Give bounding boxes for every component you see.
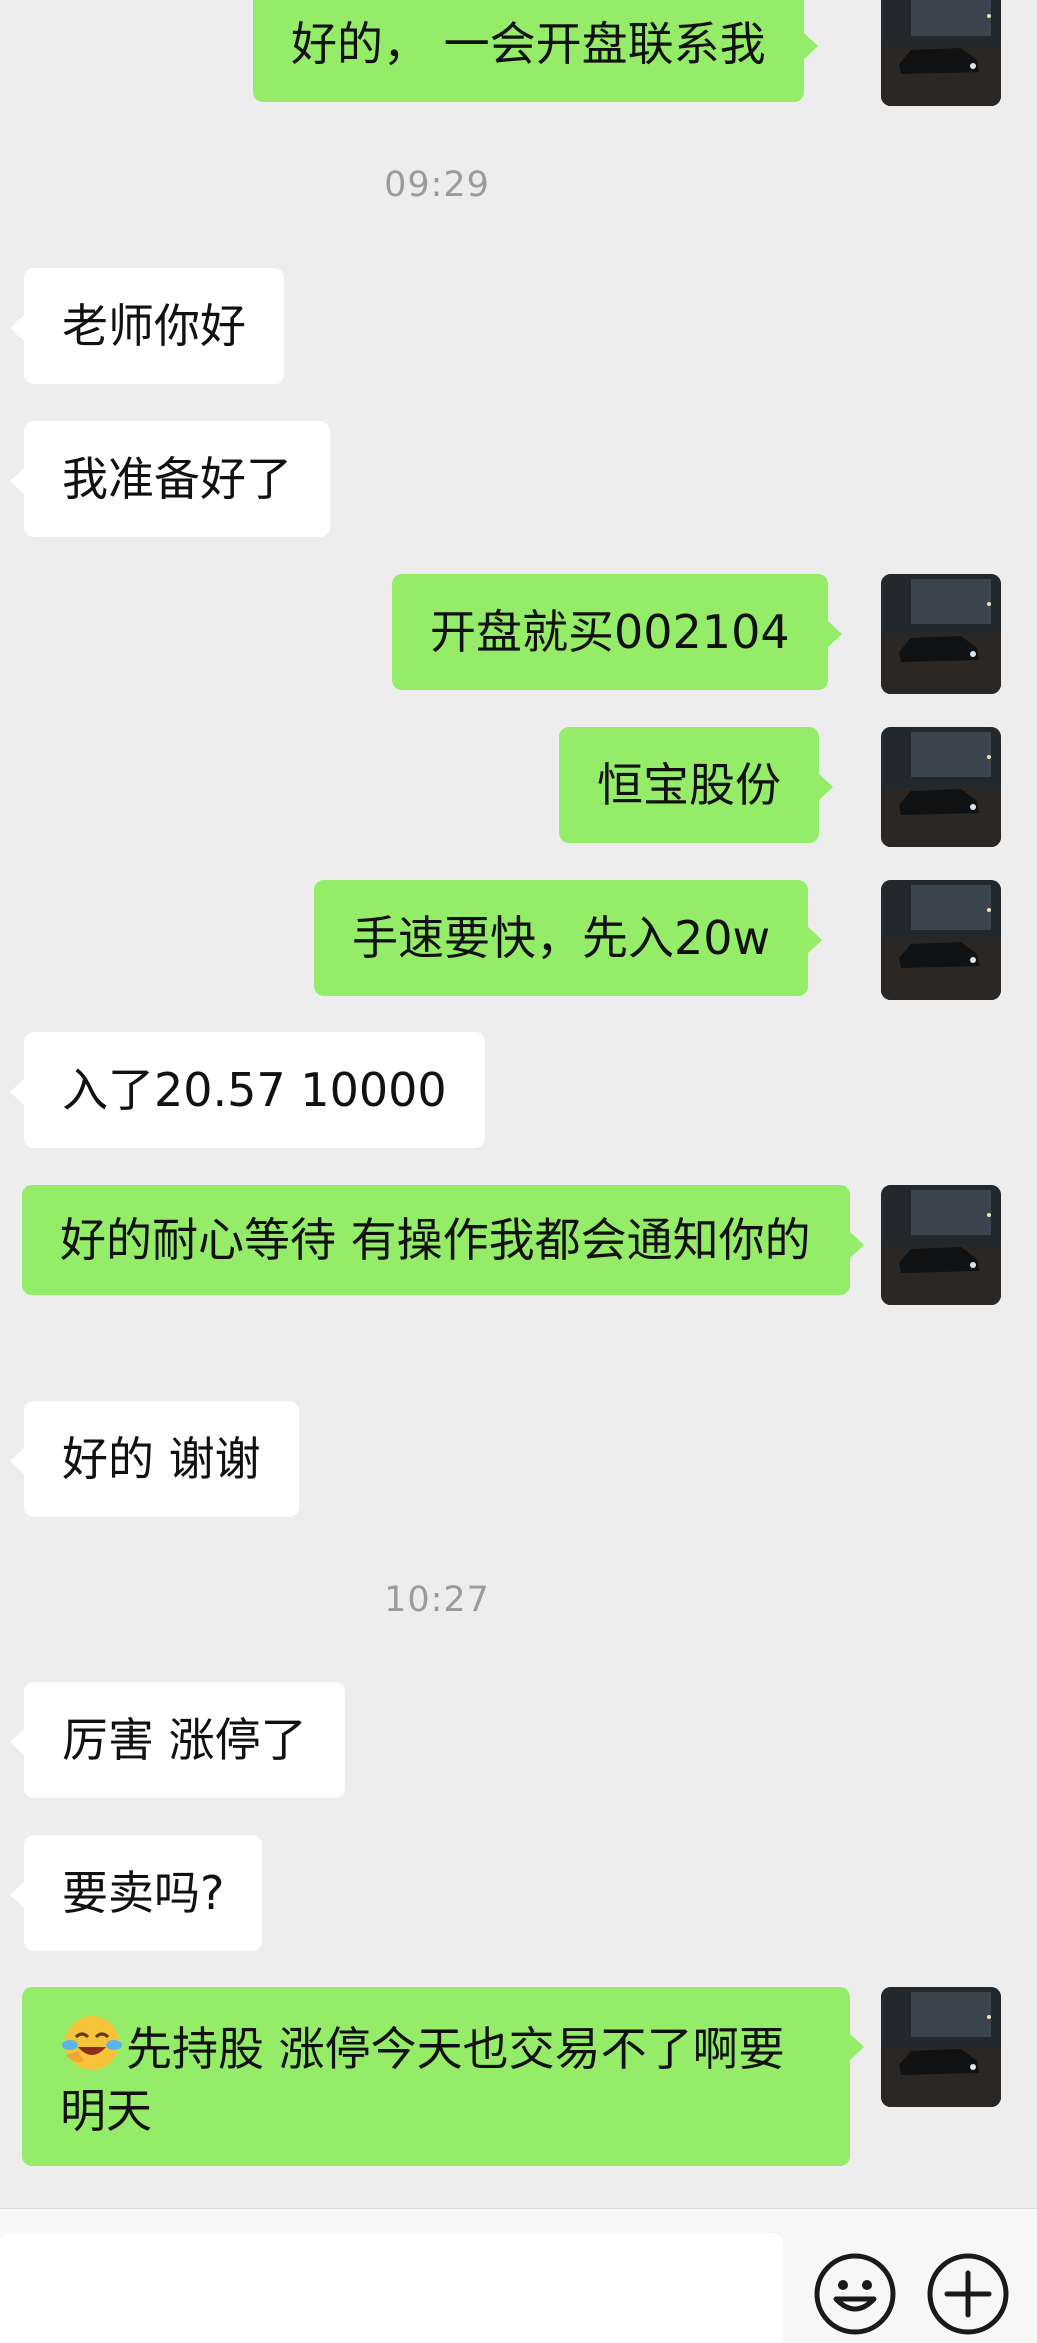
message-text: 入了20.57 10000 — [62, 1063, 447, 1117]
message-bubble-sent[interactable]: 开盘就买002104 — [392, 574, 842, 690]
message-bubble-received[interactable]: 我准备好了 — [10, 421, 330, 537]
avatar[interactable] — [881, 880, 1001, 1000]
message-bubble-sent[interactable]: 好的， 一会开盘联系我 — [253, 0, 818, 102]
message-text: 好的， 一会开盘联系我 — [291, 17, 766, 71]
avatar[interactable] — [881, 1987, 1001, 2107]
message-text: 要卖吗? — [62, 1866, 225, 1920]
emoji-button[interactable] — [812, 2251, 898, 2337]
message-text: 手速要快，先入20w — [352, 911, 771, 965]
message-input[interactable] — [0, 2233, 783, 2343]
message-text: 我准备好了 — [62, 452, 292, 506]
face-with-tears-of-joy-icon — [62, 2016, 122, 2070]
car-photo-icon — [881, 1185, 1001, 1305]
message-text: 厉害 涨停了 — [62, 1713, 307, 1767]
input-toolbar — [0, 2208, 1037, 2343]
car-photo-icon — [881, 727, 1001, 847]
message-bubble-received[interactable]: 好的 谢谢 — [10, 1401, 299, 1517]
car-photo-icon — [881, 574, 1001, 694]
message-bubble-received[interactable]: 厉害 涨停了 — [10, 1682, 345, 1798]
car-photo-icon — [881, 880, 1001, 1000]
car-photo-icon — [881, 0, 1001, 106]
message-bubble-sent[interactable]: 好的耐心等待 有操作我都会通知你的 — [22, 1185, 864, 1295]
message-bubble-sent[interactable]: 恒宝股份 — [559, 727, 833, 843]
message-bubble-sent[interactable]: 手速要快，先入20w — [314, 880, 823, 996]
message-bubble-sent[interactable]: 先持股 涨停今天也交易不了啊要明天 — [22, 1987, 864, 2166]
avatar[interactable] — [881, 0, 1001, 106]
timestamp: 10:27 — [384, 1580, 490, 1620]
message-bubble-received[interactable]: 要卖吗? — [9, 1835, 263, 1951]
avatar[interactable] — [881, 1185, 1001, 1305]
car-photo-icon — [881, 1987, 1001, 2107]
timestamp: 09:29 — [384, 165, 490, 205]
message-bubble-received[interactable]: 老师你好 — [10, 268, 284, 384]
message-text: 好的 谢谢 — [62, 1432, 261, 1486]
message-text: 开盘就买002104 — [430, 605, 790, 659]
message-text: 好的耐心等待 有操作我都会通知你的 — [60, 1213, 811, 1267]
message-bubble-received[interactable]: 入了20.57 10000 — [10, 1032, 485, 1148]
avatar[interactable] — [881, 574, 1001, 694]
message-text: 恒宝股份 — [597, 758, 781, 812]
message-text: 老师你好 — [62, 299, 246, 353]
chat-message-area[interactable]: 好的， 一会开盘联系我 09:29 老师你好 我准备好了 开盘就买002104 — [0, 0, 1037, 2208]
plus-circle-icon — [927, 2253, 1009, 2335]
avatar[interactable] — [881, 727, 1001, 847]
more-button[interactable] — [925, 2251, 1011, 2337]
smiley-face-icon — [814, 2253, 896, 2335]
message-text: 先持股 涨停今天也交易不了啊要明天 — [60, 2022, 785, 2138]
